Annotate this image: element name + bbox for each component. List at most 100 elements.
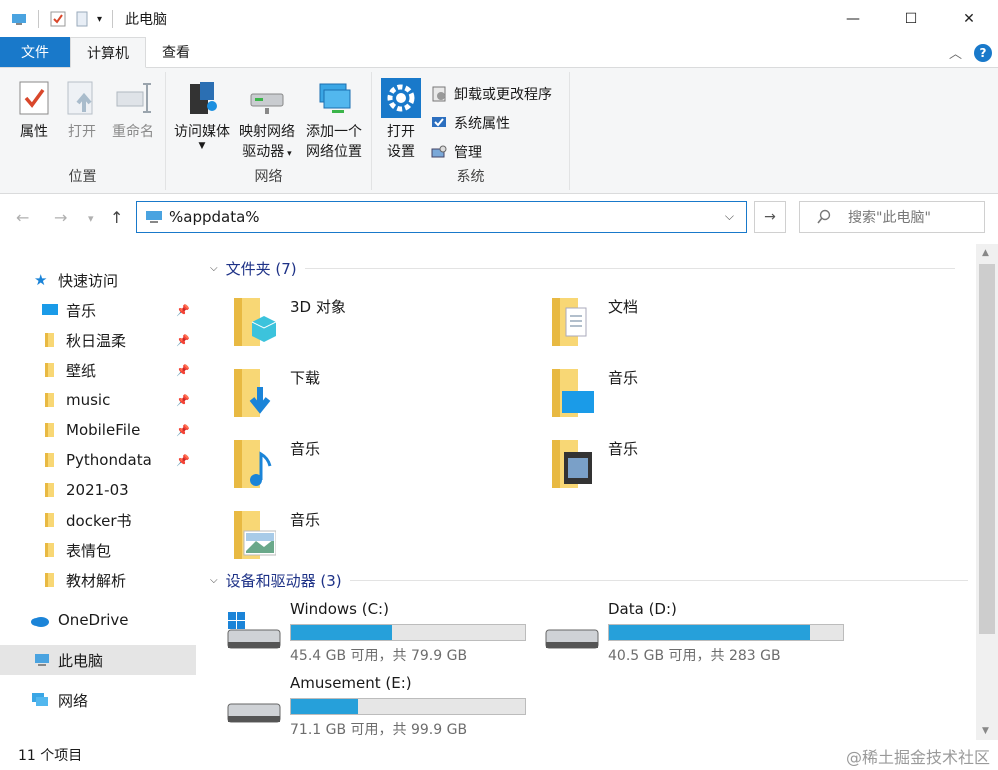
- drive-usage-bar: [290, 698, 526, 715]
- folder-icon: [45, 423, 54, 437]
- pin-icon[interactable]: 📌: [176, 334, 190, 347]
- search-input[interactable]: 搜索"此电脑": [848, 207, 931, 227]
- tab-file[interactable]: 文件: [0, 37, 70, 67]
- properties-label: 属性: [20, 124, 48, 140]
- nav-onedrive[interactable]: OneDrive: [0, 605, 196, 635]
- forward-arrow-icon[interactable]: →: [54, 208, 67, 227]
- recent-locations-chevron-icon[interactable]: ▾: [88, 212, 94, 225]
- folder-name: 音乐: [290, 440, 321, 458]
- help-icon[interactable]: ?: [974, 43, 992, 62]
- tab-computer[interactable]: 计算机: [70, 37, 146, 68]
- dropdown-arrow-icon: ▾: [284, 149, 292, 159]
- pin-icon[interactable]: 📌: [176, 394, 190, 407]
- section-chevron-icon: ⌵: [210, 575, 218, 586]
- nav-item-folder[interactable]: MobileFile 📌: [0, 415, 196, 445]
- up-arrow-icon[interactable]: ↑: [110, 208, 123, 227]
- vertical-scrollbar[interactable]: ▲ ▼: [976, 244, 998, 740]
- properties-button[interactable]: 属性: [12, 78, 56, 142]
- nav-item-folder[interactable]: docker书: [0, 505, 196, 535]
- nav-item-folder[interactable]: 教材解析: [0, 565, 196, 595]
- map-drive-label-2: 驱动器: [242, 144, 285, 160]
- nav-label: 2021-03: [66, 481, 129, 499]
- folder-tile-downloads[interactable]: 下载: [200, 359, 500, 423]
- drive-e[interactable]: Amusement (E:) 71.1 GB 可用，共 99.9 GB: [200, 674, 526, 744]
- nav-item-folder[interactable]: music 📌: [0, 385, 196, 415]
- nav-this-pc[interactable]: 此电脑: [0, 645, 196, 675]
- folder-tile-documents[interactable]: 文档: [518, 288, 818, 352]
- music-folder-icon: [552, 369, 594, 417]
- open-button[interactable]: 打开: [62, 78, 102, 142]
- scroll-down-arrow-icon[interactable]: ▼: [982, 726, 989, 736]
- folder-name: 文档: [608, 298, 639, 316]
- system-properties-button[interactable]: 系统属性: [430, 113, 510, 133]
- uninstall-program-button[interactable]: 卸载或更改程序: [430, 84, 552, 104]
- watermark-text: @稀土掘金技术社区: [845, 748, 990, 767]
- drive-name: Windows (C:): [290, 600, 389, 618]
- nav-network[interactable]: 网络: [0, 685, 196, 715]
- drive-usage-fill: [291, 699, 359, 714]
- nav-item-folder[interactable]: 表情包: [0, 535, 196, 565]
- pin-icon[interactable]: 📌: [176, 454, 190, 467]
- navigation-bar: ← → ▾ ↑ %appdata% ⌵ → 搜索"此电脑": [0, 194, 998, 244]
- tab-view[interactable]: 查看: [146, 37, 206, 67]
- pin-icon[interactable]: 📌: [176, 304, 190, 317]
- folder-icon: [45, 513, 54, 527]
- open-settings-button[interactable]: 打开 设置: [380, 78, 422, 162]
- section-chevron-icon: ⌵: [210, 263, 218, 274]
- ribbon-group-label: 位置: [68, 169, 97, 185]
- scroll-up-arrow-icon[interactable]: ▲: [982, 248, 989, 258]
- properties-check-icon[interactable]: [49, 10, 67, 28]
- new-folder-icon[interactable]: [73, 10, 91, 28]
- close-button[interactable]: ✕: [940, 0, 998, 38]
- nav-label: 快速访问: [58, 271, 119, 290]
- map-network-drive-button[interactable]: 映射网络 驱动器 ▾: [236, 78, 298, 164]
- window-title: 此电脑: [125, 12, 168, 28]
- system-properties-label: 系统属性: [454, 116, 510, 132]
- nav-label: music: [66, 391, 111, 409]
- address-input[interactable]: %appdata%: [169, 208, 260, 226]
- ribbon-group-label: 系统: [456, 169, 485, 185]
- nav-item-folder[interactable]: Pythondata 📌: [0, 445, 196, 475]
- folder-tile-music[interactable]: 音乐: [518, 359, 818, 423]
- collapse-ribbon-chevron-up-icon[interactable]: ︿: [949, 43, 962, 62]
- manage-button[interactable]: 管理: [430, 142, 482, 162]
- nav-item-folder[interactable]: 2021-03: [0, 475, 196, 505]
- folders-section-header[interactable]: ⌵ 文件夹 (7): [210, 258, 955, 279]
- add-location-label-2: 网络位置: [306, 144, 362, 160]
- address-dropdown-chevron-icon[interactable]: ⌵: [725, 209, 734, 224]
- manage-icon: [431, 145, 447, 158]
- drive-c[interactable]: Windows (C:) 45.4 GB 可用，共 79.9 GB: [200, 600, 526, 670]
- go-button[interactable]: →: [754, 201, 786, 233]
- access-media-button[interactable]: 访问媒体 ▼: [172, 78, 232, 151]
- customize-toolbar-chevron-icon[interactable]: ▾: [97, 14, 102, 25]
- drive-usage-fill: [609, 625, 810, 640]
- nav-item-folder[interactable]: 壁纸 📌: [0, 355, 196, 385]
- quick-access-toolbar: ▾: [10, 10, 117, 28]
- back-arrow-icon[interactable]: ←: [16, 208, 29, 227]
- folder-icon: [45, 543, 54, 557]
- nav-label: 秋日温柔: [66, 331, 127, 350]
- pin-icon[interactable]: 📌: [176, 364, 190, 377]
- folder-tile-music[interactable]: 音乐: [200, 430, 500, 494]
- windows-drive-icon: [227, 612, 281, 649]
- go-arrow-icon: →: [764, 209, 776, 225]
- search-box[interactable]: 搜索"此电脑": [799, 201, 985, 233]
- nav-quick-access[interactable]: ★ 快速访问: [0, 265, 196, 295]
- nav-item-music[interactable]: 音乐 📌: [0, 295, 196, 325]
- drives-section-header[interactable]: ⌵ 设备和驱动器 (3): [210, 570, 968, 591]
- 3d-objects-folder-icon: [234, 298, 276, 346]
- add-network-location-button[interactable]: 添加一个 网络位置: [302, 78, 366, 162]
- address-bar[interactable]: %appdata% ⌵: [136, 201, 747, 233]
- folder-tile-3d-objects[interactable]: 3D 对象: [200, 288, 500, 352]
- title-bar: ▾ 此电脑 — ☐ ✕: [0, 0, 998, 38]
- minimize-button[interactable]: —: [824, 0, 882, 38]
- drive-space-info: 40.5 GB 可用，共 283 GB: [608, 648, 781, 664]
- folder-tile-music[interactable]: 音乐: [518, 430, 818, 494]
- scrollbar-thumb[interactable]: [979, 264, 995, 634]
- maximize-button[interactable]: ☐: [882, 0, 940, 38]
- pin-icon[interactable]: 📌: [176, 424, 190, 437]
- folder-tile-music[interactable]: 音乐: [200, 501, 500, 565]
- rename-button[interactable]: 重命名: [108, 78, 158, 142]
- nav-item-folder[interactable]: 秋日温柔 📌: [0, 325, 196, 355]
- drive-d[interactable]: Data (D:) 40.5 GB 可用，共 283 GB: [518, 600, 844, 670]
